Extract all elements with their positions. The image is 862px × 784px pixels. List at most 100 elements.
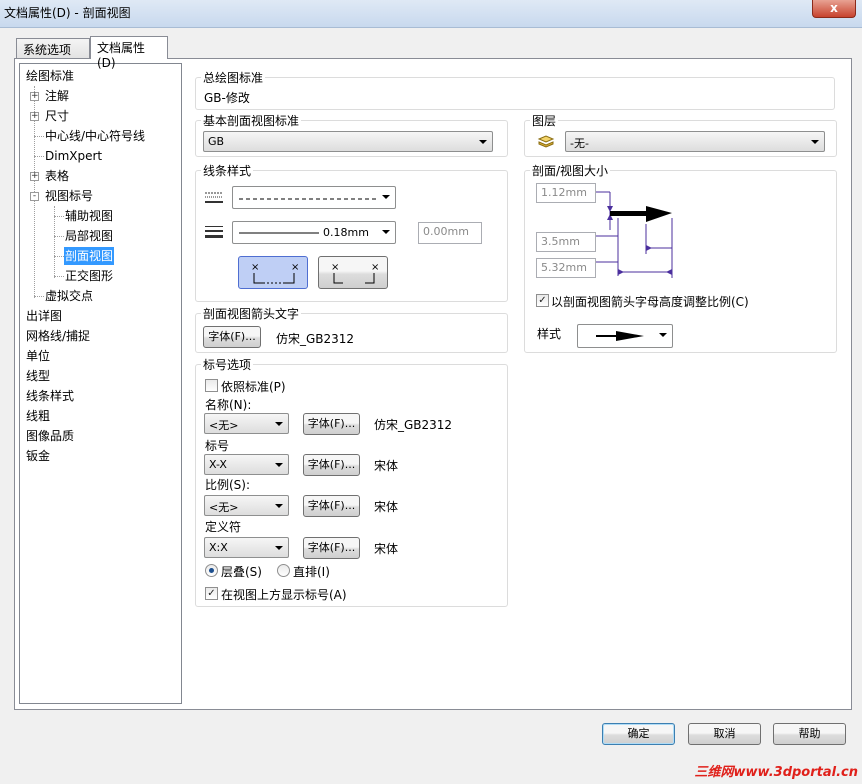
- delimiter-font-button[interactable]: 字体(F)...: [303, 537, 360, 559]
- tree-item-centerlines[interactable]: 中心线/中心符号线: [45, 127, 145, 145]
- tree-item-line-font[interactable]: 线型: [26, 367, 50, 385]
- line-font-select[interactable]: [232, 186, 396, 209]
- tab-document-properties[interactable]: 文档属性(D): [90, 36, 168, 70]
- scale-value: <无>: [209, 501, 239, 514]
- close-button[interactable]: x: [812, 0, 856, 18]
- tree-item-drafting-standard[interactable]: 绘图标准: [26, 67, 74, 85]
- custom-thickness-field[interactable]: 0.00mm: [418, 222, 482, 244]
- name-value: <无>: [209, 419, 239, 432]
- line-thickness-icon: [205, 226, 223, 238]
- stacked-label: 层叠(S): [221, 565, 262, 579]
- arrow-width-field[interactable]: 3.5mm: [536, 232, 596, 252]
- ok-button[interactable]: 确定: [602, 723, 675, 745]
- delimiter-font-name: 宋体: [374, 542, 399, 556]
- mark-value: X-X: [209, 458, 227, 471]
- scale-font-button[interactable]: 字体(F)...: [303, 495, 360, 517]
- layer-value: -无-: [570, 137, 589, 150]
- cancel-button[interactable]: 取消: [688, 723, 761, 745]
- tree-item-detail-view[interactable]: 局部视图: [65, 227, 113, 245]
- base-standard-select[interactable]: GB: [203, 131, 493, 152]
- svg-text:×: ×: [371, 262, 379, 273]
- name-label: 名称(N):: [205, 398, 252, 412]
- name-select[interactable]: <无>: [204, 413, 289, 434]
- mark-label: 标号: [205, 439, 230, 453]
- mark-select[interactable]: X-X: [204, 454, 289, 475]
- help-button[interactable]: 帮助: [773, 723, 846, 745]
- section-line-style-1-icon: × ×: [251, 262, 299, 284]
- overall-standard-group: [195, 77, 835, 110]
- name-font-name: 仿宋_GB2312: [374, 418, 453, 432]
- inline-radio[interactable]: [277, 564, 290, 577]
- tree-item-grid-snap[interactable]: 网格线/捕捉: [26, 327, 90, 345]
- style-option-1-button[interactable]: × ×: [238, 256, 308, 289]
- svg-text:×: ×: [291, 262, 299, 273]
- tree-item-line-style[interactable]: 线条样式: [26, 387, 74, 405]
- arrow-style-preview: [596, 331, 644, 341]
- mark-font-button[interactable]: 字体(F)...: [303, 454, 360, 476]
- tree-item-auxiliary-view[interactable]: 辅助视图: [65, 207, 113, 225]
- scale-checkbox[interactable]: ✓: [536, 294, 549, 307]
- arrow-text-font-name: 仿宋_GB2312: [276, 332, 355, 346]
- dashed-line-preview: [239, 198, 379, 200]
- title-bar: 文档属性(D) - 剖面视图 x: [0, 0, 862, 28]
- tree-item-line-thickness[interactable]: 线粗: [26, 407, 50, 425]
- arrow-text-label: 剖面视图箭头文字: [201, 305, 302, 322]
- tree-item-detailing[interactable]: 出详图: [26, 307, 62, 325]
- tree-item-dimensions[interactable]: 尺寸: [45, 107, 69, 125]
- scale-label: 比例(S):: [205, 478, 251, 492]
- base-standard-value: GB: [208, 135, 225, 148]
- tree-item-image-quality[interactable]: 图像品质: [26, 427, 74, 445]
- section-line-style-2-icon: × ×: [331, 262, 379, 284]
- line-style-label: 线条样式: [201, 162, 254, 179]
- tree-item-section-view[interactable]: 剖面视图: [64, 247, 115, 265]
- show-above-label: 在视图上方显示标号(A): [221, 588, 347, 602]
- base-standard-label: 基本剖面视图标准: [201, 112, 302, 129]
- tree-item-tables[interactable]: 表格: [45, 167, 69, 185]
- show-above-checkbox[interactable]: ✓: [205, 587, 218, 600]
- delimiter-select[interactable]: X:X: [204, 537, 289, 558]
- size-label: 剖面/视图大小: [530, 162, 611, 179]
- line-thickness-select[interactable]: 0.18mm: [232, 221, 396, 244]
- arrow-text-font-button[interactable]: 字体(F)...: [203, 326, 261, 348]
- tree-item-view-labels[interactable]: 视图标号: [45, 187, 93, 205]
- layer-label: 图层: [530, 112, 559, 129]
- tab-system-options[interactable]: 系统选项(S): [16, 38, 90, 72]
- tree-item-dimxpert[interactable]: DimXpert: [45, 147, 102, 165]
- expand-icon[interactable]: +: [30, 112, 39, 121]
- arrow-height-field[interactable]: 1.12mm: [536, 183, 596, 203]
- options-tree[interactable]: 绘图标准 + 注解 + 尺寸 中心线/中心符号线 DimXpert + 表格 -…: [19, 63, 182, 704]
- delimiter-value: X:X: [209, 541, 228, 554]
- line-font-icon: [205, 192, 223, 203]
- name-font-button[interactable]: 字体(F)...: [303, 413, 360, 435]
- collapse-icon[interactable]: -: [30, 192, 39, 201]
- expand-icon[interactable]: +: [30, 172, 39, 181]
- inline-label: 直排(I): [293, 565, 330, 579]
- tree-item-units[interactable]: 单位: [26, 347, 50, 365]
- overall-standard-value: GB-修改: [204, 91, 250, 105]
- arrow-length-field[interactable]: 5.32mm: [536, 258, 596, 278]
- tree-item-virtual-sharps[interactable]: 虚拟交点: [45, 287, 93, 305]
- mark-font-name: 宋体: [374, 459, 399, 473]
- tree-item-orthographic[interactable]: 正交图形: [65, 267, 113, 285]
- scale-checkbox-label: 以剖面视图箭头字母高度调整比例(C): [551, 295, 749, 309]
- window-title: 文档属性(D) - 剖面视图: [4, 6, 131, 20]
- arrow-style-select[interactable]: [577, 324, 673, 348]
- per-standard-checkbox[interactable]: [205, 379, 218, 392]
- line-thickness-value: 0.18mm: [323, 226, 369, 239]
- overall-standard-label: 总绘图标准: [201, 69, 266, 86]
- stacked-radio[interactable]: [205, 564, 218, 577]
- scale-select[interactable]: <无>: [204, 495, 289, 516]
- style-option-2-button[interactable]: × ×: [318, 256, 388, 289]
- arrow-style-label: 样式: [537, 327, 562, 341]
- solid-line-preview: [239, 232, 319, 234]
- tree-item-annotations[interactable]: 注解: [45, 87, 69, 105]
- tree-item-sheet-metal[interactable]: 钣金: [26, 447, 50, 465]
- layer-icon: [537, 135, 555, 148]
- svg-text:×: ×: [331, 262, 339, 273]
- expand-icon[interactable]: +: [30, 92, 39, 101]
- arrow-size-diagram: [596, 191, 673, 278]
- layer-select[interactable]: -无-: [565, 131, 825, 152]
- scale-font-name: 宋体: [374, 500, 399, 514]
- label-options-label: 标号选项: [201, 356, 254, 373]
- per-standard-label: 依照标准(P): [221, 380, 286, 394]
